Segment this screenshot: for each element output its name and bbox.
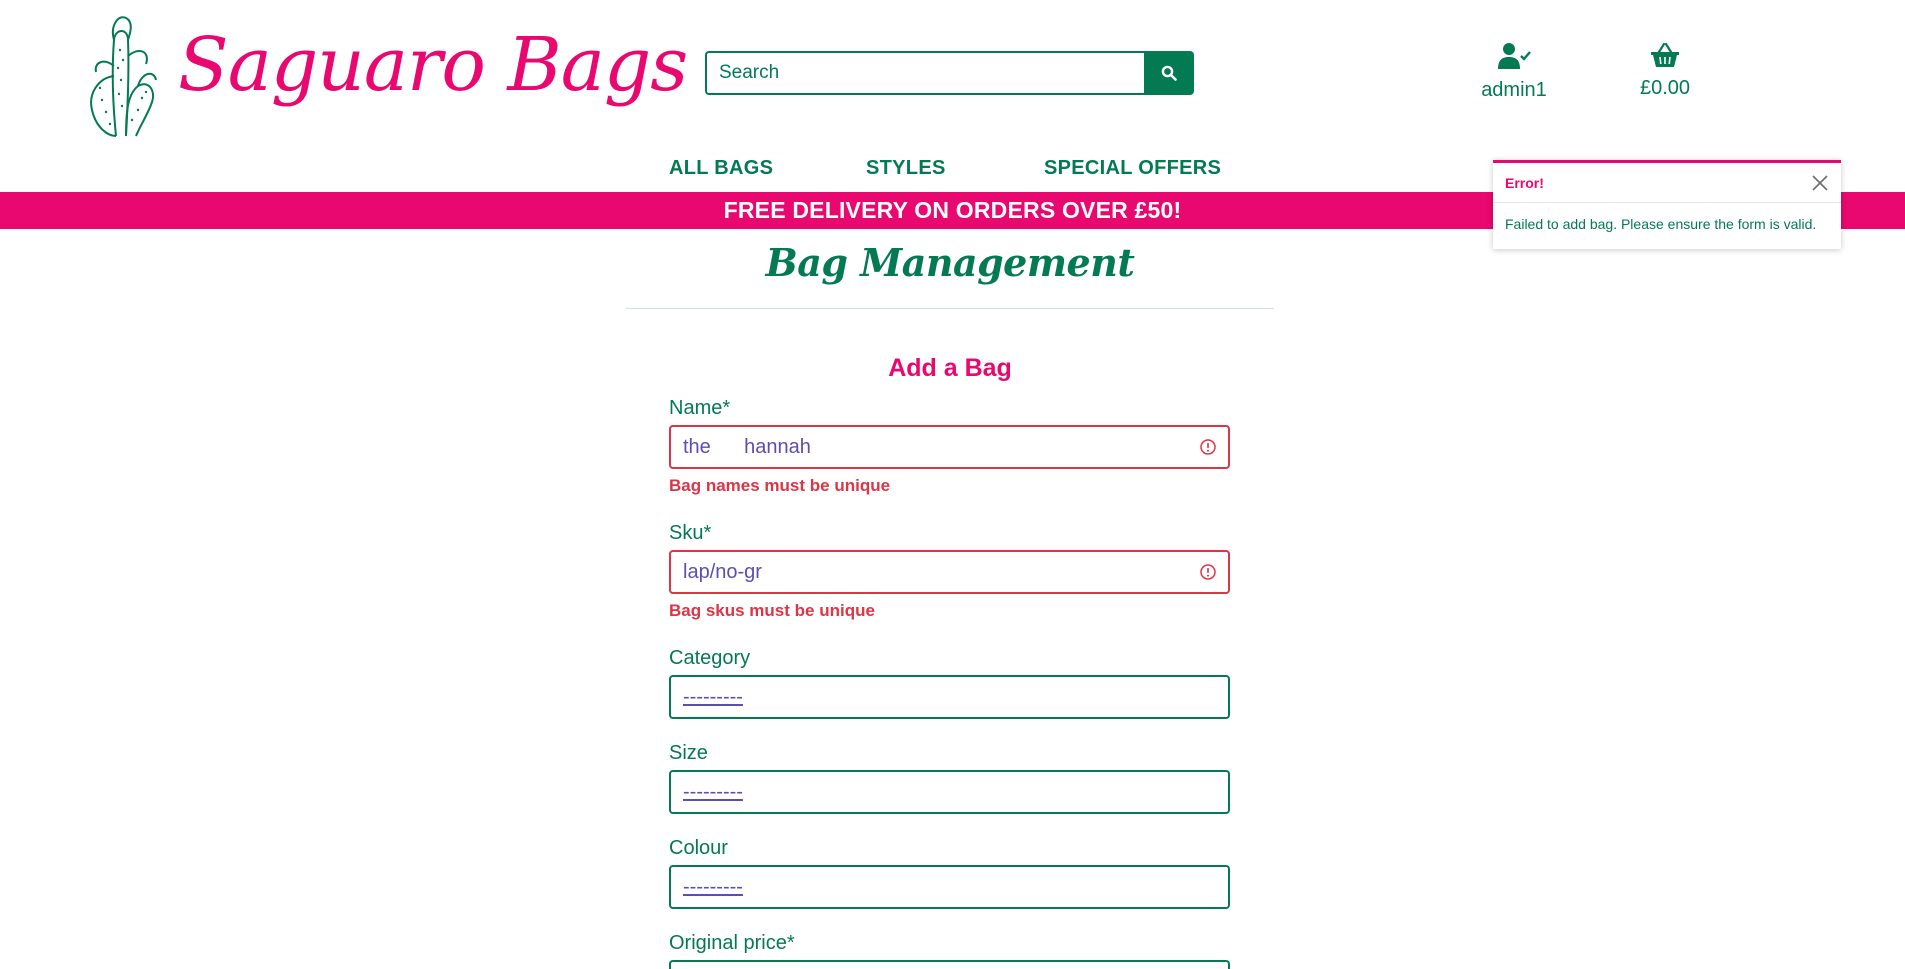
- size-label: Size: [669, 742, 708, 764]
- colour-selected-value: ---------: [683, 876, 743, 898]
- nav-all-bags[interactable]: ALL BAGS: [669, 157, 773, 185]
- original-price-input[interactable]: [669, 960, 1230, 969]
- cart-total: £0.00: [1639, 77, 1691, 99]
- account-menu[interactable]: admin1: [1468, 42, 1560, 102]
- account-username: admin1: [1481, 79, 1547, 101]
- size-select[interactable]: ---------: [669, 770, 1230, 814]
- site-logo-link[interactable]: Saguaro Bags: [68, 6, 688, 138]
- category-selected-value: ---------: [683, 686, 743, 708]
- toast-title: Error!: [1505, 174, 1544, 191]
- search-button[interactable]: [1144, 51, 1194, 95]
- sku-label: Sku*: [669, 522, 712, 544]
- toast-header: Error!: [1493, 163, 1841, 203]
- name-error-message: Bag names must be unique: [669, 476, 891, 495]
- colour-label: Colour: [669, 837, 728, 859]
- name-input[interactable]: [671, 427, 1228, 467]
- search-input[interactable]: [705, 51, 1144, 95]
- category-label: Category: [669, 647, 751, 669]
- error-toast: Error! Failed to add bag. Please ensure …: [1493, 160, 1841, 249]
- form-title: Add a Bag: [888, 354, 1012, 382]
- name-field-wrapper: [669, 425, 1230, 469]
- error-icon: [1200, 564, 1216, 580]
- cactus-logo-icon: [90, 16, 157, 137]
- error-icon: [1200, 439, 1216, 455]
- title-divider: [626, 308, 1274, 309]
- category-select[interactable]: ---------: [669, 675, 1230, 719]
- nav-styles[interactable]: STYLES: [866, 157, 946, 185]
- search-icon: [1161, 65, 1177, 81]
- colour-select[interactable]: ---------: [669, 865, 1230, 909]
- sku-error-message: Bag skus must be unique: [669, 601, 875, 620]
- toast-message: Failed to add bag. Please ensure the for…: [1505, 216, 1817, 232]
- user-check-icon: [1498, 43, 1531, 69]
- nav-special-offers[interactable]: SPECIAL OFFERS: [1044, 157, 1221, 185]
- original-price-label: Original price*: [669, 932, 795, 954]
- search-form: [705, 51, 1194, 95]
- basket-icon: [1651, 42, 1679, 67]
- size-selected-value: ---------: [683, 781, 743, 803]
- name-label: Name*: [669, 397, 731, 419]
- close-icon[interactable]: [1811, 174, 1829, 192]
- sku-field-wrapper: [669, 550, 1230, 594]
- logo-wordmark: Saguaro Bags: [178, 22, 688, 108]
- sku-input[interactable]: [671, 552, 1228, 592]
- page-title: Bag Management: [765, 240, 1135, 285]
- shopping-cart[interactable]: £0.00: [1630, 42, 1700, 100]
